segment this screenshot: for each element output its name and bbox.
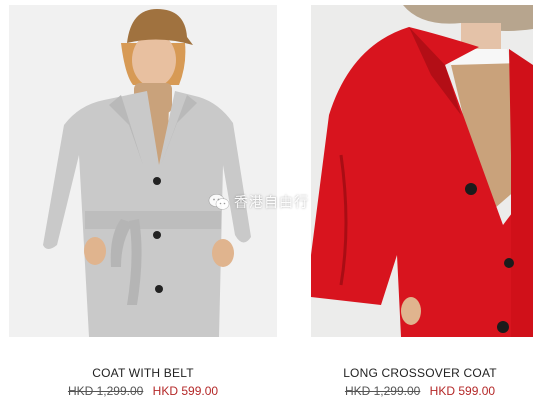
original-price: HKD 1,299.00 bbox=[344, 384, 421, 398]
sale-price: HKD 599.00 bbox=[152, 384, 219, 398]
product-image[interactable] bbox=[9, 5, 277, 337]
watermark-text: 香港自由行 bbox=[234, 194, 309, 210]
price-row: HKD 1,299.00 HKD 599.00 bbox=[0, 384, 286, 398]
product-image[interactable] bbox=[311, 5, 533, 337]
watermark: 香港自由行 bbox=[208, 192, 309, 212]
price-row: HKD 1,299.00 HKD 599.00 bbox=[298, 384, 542, 398]
wechat-icon bbox=[208, 194, 230, 210]
sale-price: HKD 599.00 bbox=[429, 384, 496, 398]
grey-coat-illustration bbox=[9, 5, 277, 337]
product-name[interactable]: LONG CROSSOVER COAT bbox=[298, 366, 542, 380]
red-coat-illustration bbox=[311, 5, 533, 337]
product-name[interactable]: COAT WITH BELT bbox=[0, 366, 286, 380]
original-price: HKD 1,299.00 bbox=[67, 384, 144, 398]
